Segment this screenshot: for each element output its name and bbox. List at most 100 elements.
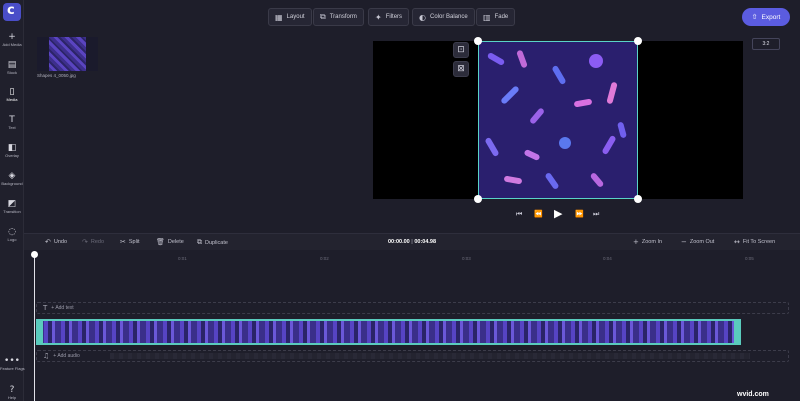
fast-forward-icon[interactable]: ⏩ <box>575 210 584 218</box>
aspect-ratio-button[interactable]: 3:2 <box>752 38 780 50</box>
sidebar-item-logo[interactable]: ◌ Logo <box>0 227 24 242</box>
sidebar-item-label: Feature Flags <box>0 366 25 371</box>
add-audio-label: + Add audio <box>53 353 80 359</box>
ruler-tick: 0:04 <box>603 256 612 261</box>
sidebar-item-add-media[interactable]: + Add Media <box>0 32 24 47</box>
resize-handle-bottom-right[interactable] <box>634 195 642 203</box>
help-icon: ? <box>9 385 15 395</box>
resize-handle-top-right[interactable] <box>634 37 642 45</box>
filters-label: Filters <box>385 14 403 20</box>
ruler-tick: 0:02 <box>320 256 329 261</box>
scissors-icon: ✂ <box>120 238 126 246</box>
fade-icon: ▥ <box>483 12 491 22</box>
split-label: Split <box>128 239 140 245</box>
sidebar-item-transition[interactable]: ◩ Transition <box>0 199 24 214</box>
clip-trim-handle-right[interactable] <box>734 319 741 345</box>
delete-label: Delete <box>167 239 184 245</box>
sidebar-item-label: Logo <box>7 237 17 242</box>
redo-label: Redo <box>90 239 105 245</box>
watermark: wvid.com <box>737 391 769 398</box>
layout-button[interactable]: ▦ Layout <box>268 8 312 26</box>
export-button[interactable]: ⇧ Export <box>742 8 790 26</box>
split-button[interactable]: ✂ Split <box>120 238 140 246</box>
thumbnail-image <box>49 37 86 71</box>
preview-frame[interactable] <box>478 41 638 199</box>
resize-handle-bottom-left[interactable] <box>474 195 482 203</box>
fade-button[interactable]: ▥ Fade <box>476 8 516 26</box>
media-thumbnail[interactable] <box>37 37 98 71</box>
layers-icon: ◈ <box>8 171 16 181</box>
fade-label: Fade <box>494 14 509 20</box>
sidebar-item-stock[interactable]: ▤ Stock <box>0 60 24 75</box>
zoom-in-label: Zoom In <box>641 239 663 245</box>
sidebar-item-label: Background <box>1 181 23 186</box>
undo-button[interactable]: ↶ Undo <box>45 238 67 246</box>
add-text-track[interactable]: T + Add text <box>36 302 789 314</box>
sidebar-item-label: Stock <box>6 70 17 75</box>
plus-icon: + <box>633 238 639 246</box>
logo-icon: ◌ <box>8 227 16 237</box>
play-icon[interactable]: ▶ <box>554 207 562 220</box>
sidebar-item-label: Transition <box>3 209 21 214</box>
minus-icon: − <box>681 238 687 246</box>
fit-icon: ↔ <box>734 238 740 246</box>
undo-icon: ↶ <box>45 238 51 246</box>
aspect-ratio-label: 3:2 <box>762 41 770 47</box>
sidebar-item-overlay[interactable]: ◧ Overlay <box>0 143 24 158</box>
text-icon: T <box>43 304 48 312</box>
zoom-out-button[interactable]: − Zoom Out <box>681 238 714 246</box>
text-icon: T <box>9 115 15 125</box>
add-text-label: + Add text <box>51 305 74 311</box>
transition-icon: ◩ <box>7 199 17 209</box>
delete-button[interactable]: 🗑 Delete <box>156 238 184 246</box>
left-sidebar: + Add Media ▤ Stock ▯ Media T Text ◧ Ove… <box>0 0 25 401</box>
trash-icon: 🗑 <box>156 238 165 246</box>
app-logo[interactable] <box>3 3 21 21</box>
sidebar-item-help[interactable]: ? Help <box>0 385 24 400</box>
sparkle-icon: ✦ <box>375 12 382 22</box>
layout-label: Layout <box>286 14 305 20</box>
current-time: 00:00.00 <box>388 239 410 245</box>
sidebar-item-label: Add Media <box>2 42 22 47</box>
sidebar-item-background[interactable]: ◈ Background <box>0 171 24 186</box>
transform-button[interactable]: ⧉ Transform <box>313 8 364 26</box>
fill-icon: ⊡ <box>457 45 465 55</box>
total-time: 00:04.98 <box>414 239 437 245</box>
more-icon: ••• <box>4 356 20 366</box>
fill-frame-button[interactable]: ⊡ <box>453 42 469 58</box>
fit-frame-button[interactable]: ⊠ <box>453 61 469 77</box>
filters-button[interactable]: ✦ Filters <box>368 8 410 26</box>
duplicate-icon: ⧉ <box>197 238 202 246</box>
color-balance-icon: ◐ <box>419 12 426 22</box>
ruler-tick: 0:05 <box>745 256 754 261</box>
duplicate-button[interactable]: ⧉ Duplicate <box>197 238 228 247</box>
export-label: Export <box>761 13 781 21</box>
redo-icon: ↷ <box>82 238 88 246</box>
ruler-tick: 0:03 <box>462 256 471 261</box>
zoom-in-button[interactable]: + Zoom In <box>633 238 662 246</box>
video-clip[interactable] <box>36 319 741 345</box>
transform-icon: ⧉ <box>320 12 326 21</box>
skip-to-end-icon[interactable]: ⏭ <box>593 210 599 219</box>
redo-button[interactable]: ↷ Redo <box>82 238 104 246</box>
undo-label: Undo <box>53 239 68 245</box>
sidebar-item-media[interactable]: ▯ Media <box>0 87 24 102</box>
rewind-icon[interactable]: ⏪ <box>534 210 543 218</box>
media-file-name: Shapes 4_0050.jpg <box>37 73 76 78</box>
playhead[interactable] <box>34 254 35 401</box>
playhead-handle[interactable] <box>31 251 38 258</box>
ruler-tick: 0:01 <box>178 256 187 261</box>
music-note-icon: ♫ <box>43 352 50 360</box>
media-icon: ▯ <box>9 87 15 97</box>
upload-icon: ⇧ <box>751 13 758 21</box>
sidebar-item-feature-flags[interactable]: ••• Feature Flags <box>0 356 25 371</box>
color-balance-button[interactable]: ◐ Color Balance <box>412 8 475 26</box>
sidebar-item-text[interactable]: T Text <box>0 115 24 130</box>
time-readout: 00:00.00 | 00:04.98 <box>388 239 436 245</box>
sidebar-item-label: Media <box>6 97 18 102</box>
transform-label: Transform <box>329 14 357 20</box>
skip-to-start-icon[interactable]: ⏮ <box>516 210 522 219</box>
fit-to-screen-button[interactable]: ↔ Fit To Screen <box>734 238 775 246</box>
clip-trim-handle-left[interactable] <box>36 319 43 345</box>
resize-handle-top-left[interactable] <box>474 37 482 45</box>
